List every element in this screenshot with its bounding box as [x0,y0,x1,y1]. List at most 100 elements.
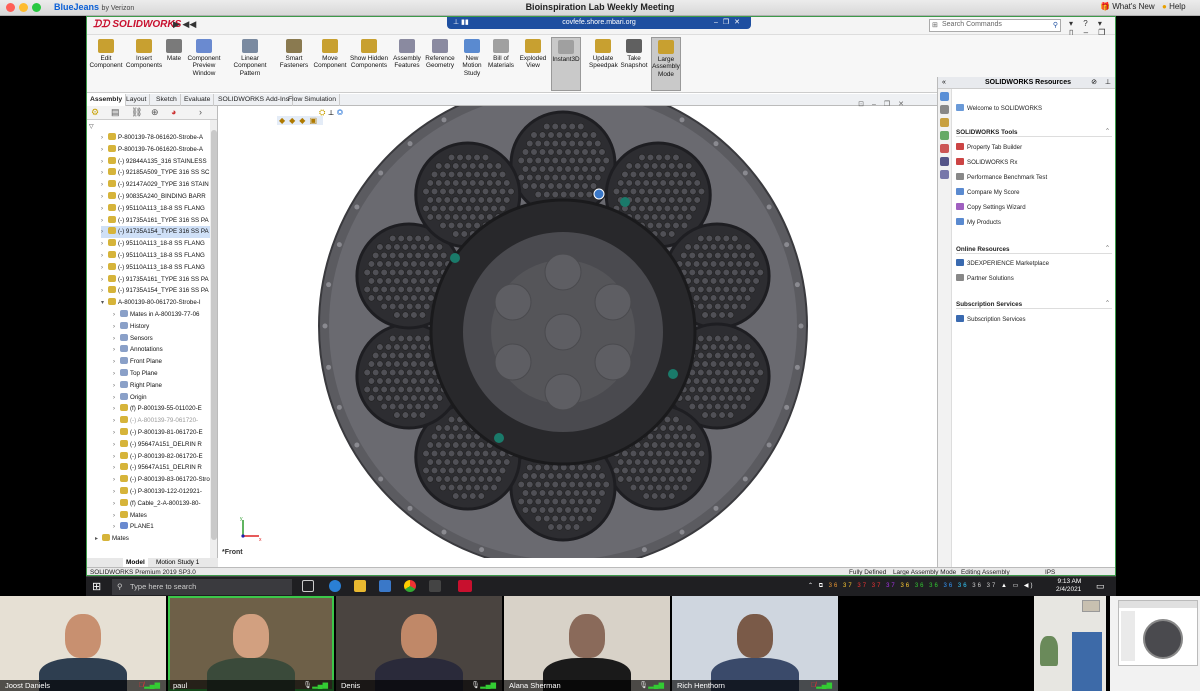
file-explorer-icon[interactable] [354,580,366,592]
display-manager-icon[interactable]: ◕ [171,107,176,117]
tree-item[interactable]: › History [113,321,217,333]
screen-share-thumbnail[interactable] [1110,596,1200,691]
expand-arrow-icon[interactable]: › [113,393,120,404]
tree-item[interactable]: › (-) 92844A135_316 STAINLESS [101,156,217,168]
tree-item[interactable]: › (-) 95110A113_18-8 SS FLANG [101,238,217,250]
expand-arrow-icon[interactable]: › [101,216,108,227]
tree-item[interactable]: › Mates in A-800139-77-06 [113,309,217,321]
expand-arrow-icon[interactable]: › [113,511,120,522]
taskbar-clock[interactable]: 9:13 AM 2/4/2021 [1056,578,1081,594]
collapse-icon[interactable]: « [942,77,946,89]
tree-item[interactable]: › Origin [113,392,217,404]
expand-arrow-icon[interactable]: › [113,369,120,380]
tree-item[interactable]: › (-) P-800139-83-061720-Stro [113,474,217,486]
expand-arrow-icon[interactable]: › [113,404,120,415]
expand-arrow-icon[interactable]: › [113,416,120,427]
ribbon-button-insert-components[interactable]: Insert Components [125,37,163,91]
system-tray[interactable]: ⌃ ⧉ 36 37 37 37 37 36 36 36 36 36 36 37 … [808,582,1035,590]
tree-item[interactable]: › (-) P-800139-81-061720-E [113,427,217,439]
remote-desktop-bar[interactable]: ⊥ ▮▮ covfefe.shore.mbari.org –❐✕ [447,17,751,29]
expand-arrow-icon[interactable]: › [113,522,120,533]
expand-arrow-icon[interactable]: › [101,286,108,297]
tree-scrollbar[interactable] [210,120,217,558]
property-manager-icon[interactable]: ▤ [111,107,120,118]
tree-item[interactable]: › (-) 95647A151_DELRIN R [113,439,217,451]
tree-item[interactable]: › (f) P-800139-55-011020-E [113,403,217,415]
taskbar-search-input[interactable]: ⚲ Type here to search [112,579,292,595]
expand-arrow-icon[interactable]: › [113,440,120,451]
tab-model[interactable]: Model [123,558,148,567]
expand-arrow-icon[interactable]: › [113,334,120,345]
ribbon-button-bill-of-materials[interactable]: Bill of Materials [487,37,515,91]
expand-arrow-icon[interactable]: › [113,381,120,392]
expand-arrow-icon[interactable]: › [101,227,108,238]
ribbon-button-exploded-view[interactable]: Exploded View [517,37,549,91]
tree-item[interactable]: › P-800139-78-061620-Strobe-A [101,132,217,144]
tree-item[interactable]: › (-) 95110A113_18-8 SS FLANG [101,250,217,262]
tree-item[interactable]: ▸ Mates [95,533,217,545]
expand-arrow-icon[interactable]: › [113,310,120,321]
tools-section-header[interactable]: SOLIDWORKS Tools ⌃ [956,128,1112,137]
ribbon-button-show-hidden-components[interactable]: Show Hidden Components [349,37,389,91]
task-view-icon[interactable] [302,580,314,592]
tree-item[interactable]: › (-) 91735A161_TYPE 316 SS PA [101,274,217,286]
tree-item[interactable]: › (-) 91735A154_TYPE 316 SS PA [101,285,217,297]
edge-icon[interactable] [329,580,341,592]
subscription-section-header[interactable]: Subscription Services ⌃ [956,300,1112,309]
ribbon-button-linear-component-pattern[interactable]: Linear Component Pattern [225,37,275,91]
ribbon-button-large-assembly-mode[interactable]: Large Assembly Mode [651,37,681,91]
tree-item[interactable]: › (-) 95110A113_18-8 SS FLANG [101,262,217,274]
resource-link-partner-solutions[interactable]: Partner Solutions [956,274,1014,283]
config-manager-icon[interactable]: ⛓ [131,107,142,118]
tree-item[interactable]: › Annotations [113,344,217,356]
resource-link-performance-benchmark-test[interactable]: Performance Benchmark Test [956,173,1047,182]
tab-layout[interactable]: Layout [123,94,151,106]
tab-flow-simulation[interactable]: Flow Simulation [285,94,340,106]
expand-arrow-icon[interactable]: › [113,428,120,439]
expand-tabs-icon[interactable]: › [199,107,202,117]
participant-tile[interactable]: Rich Henthorn 🎙̸ ▂▄▆ [672,596,838,691]
expand-arrow-icon[interactable]: ▸ [95,534,102,545]
ribbon-button-move-component[interactable]: Move Component [313,37,347,91]
feature-manager-icon[interactable]: ⚙ [91,107,99,118]
participant-tile[interactable]: Joost Daniels 🎙̸ ▂▄▆ [0,596,166,691]
expand-arrow-icon[interactable]: › [101,180,108,191]
nav-arrows-icon[interactable]: ▶ ◀◀ [173,19,196,30]
expand-arrow-icon[interactable]: › [101,133,108,144]
tree-item[interactable]: › (-) 90835A240_BINDING BARR [101,191,217,203]
tab-motion-study[interactable]: Motion Study 1 [153,558,202,567]
help-link[interactable]: ● Help [1162,2,1186,11]
ribbon-button-reference-geometry[interactable]: Reference Geometry [423,37,457,91]
expand-arrow-icon[interactable]: › [101,275,108,286]
tab-assembly[interactable]: Assembly [87,94,127,106]
pin-tool-icon[interactable] [429,580,441,592]
search-commands-input[interactable]: ⊞ Search Commands ⚲ [929,19,1061,32]
tree-item[interactable]: › (f) Cable_2-A-800139-80- [113,498,217,510]
ribbon-button-component-preview-window[interactable]: Component Preview Window [185,37,223,91]
tree-item[interactable]: › Right Plane [113,380,217,392]
tree-item[interactable]: › PLANE1 [113,521,217,533]
tree-item[interactable]: › Front Plane [113,356,217,368]
ribbon-button-update-speedpak[interactable]: Update Speedpak [589,37,618,91]
tab-sketch[interactable]: Sketch [153,94,181,106]
expand-arrow-icon[interactable]: › [113,475,120,486]
expand-arrow-icon[interactable]: › [113,499,120,510]
expand-arrow-icon[interactable]: › [113,452,120,463]
expand-arrow-icon[interactable]: › [101,192,108,203]
resource-link-3dexperience-marketplace[interactable]: 3DEXPERIENCE Marketplace [956,259,1049,268]
pin-icon[interactable]: ⊥ ▮▮ [453,17,469,29]
ribbon-button-smart-fasteners[interactable]: Smart Fasteners [277,37,311,91]
tree-item[interactable]: › P-800139-76-061620-Strobe-A [101,144,217,156]
ribbon-button-take-snapshot[interactable]: Take Snapshot [619,37,649,91]
mail-icon[interactable] [379,580,391,592]
expand-arrow-icon[interactable]: › [113,345,120,356]
resource-link-my-products[interactable]: My Products [956,218,1001,227]
chrome-icon[interactable] [404,580,416,592]
expand-arrow-icon[interactable]: › [101,204,108,215]
ribbon-button-assembly-features[interactable]: Assembly Features [393,37,421,91]
tab-evaluate[interactable]: Evaluate [181,94,215,106]
tree-item[interactable]: › (-) 95647A151_DELRIN R [113,462,217,474]
resource-link-compare-my-score[interactable]: Compare My Score [956,188,1020,197]
welcome-link[interactable]: Welcome to SOLIDWORKS [956,104,1042,113]
online-section-header[interactable]: Online Resources ⌃ [956,245,1112,254]
